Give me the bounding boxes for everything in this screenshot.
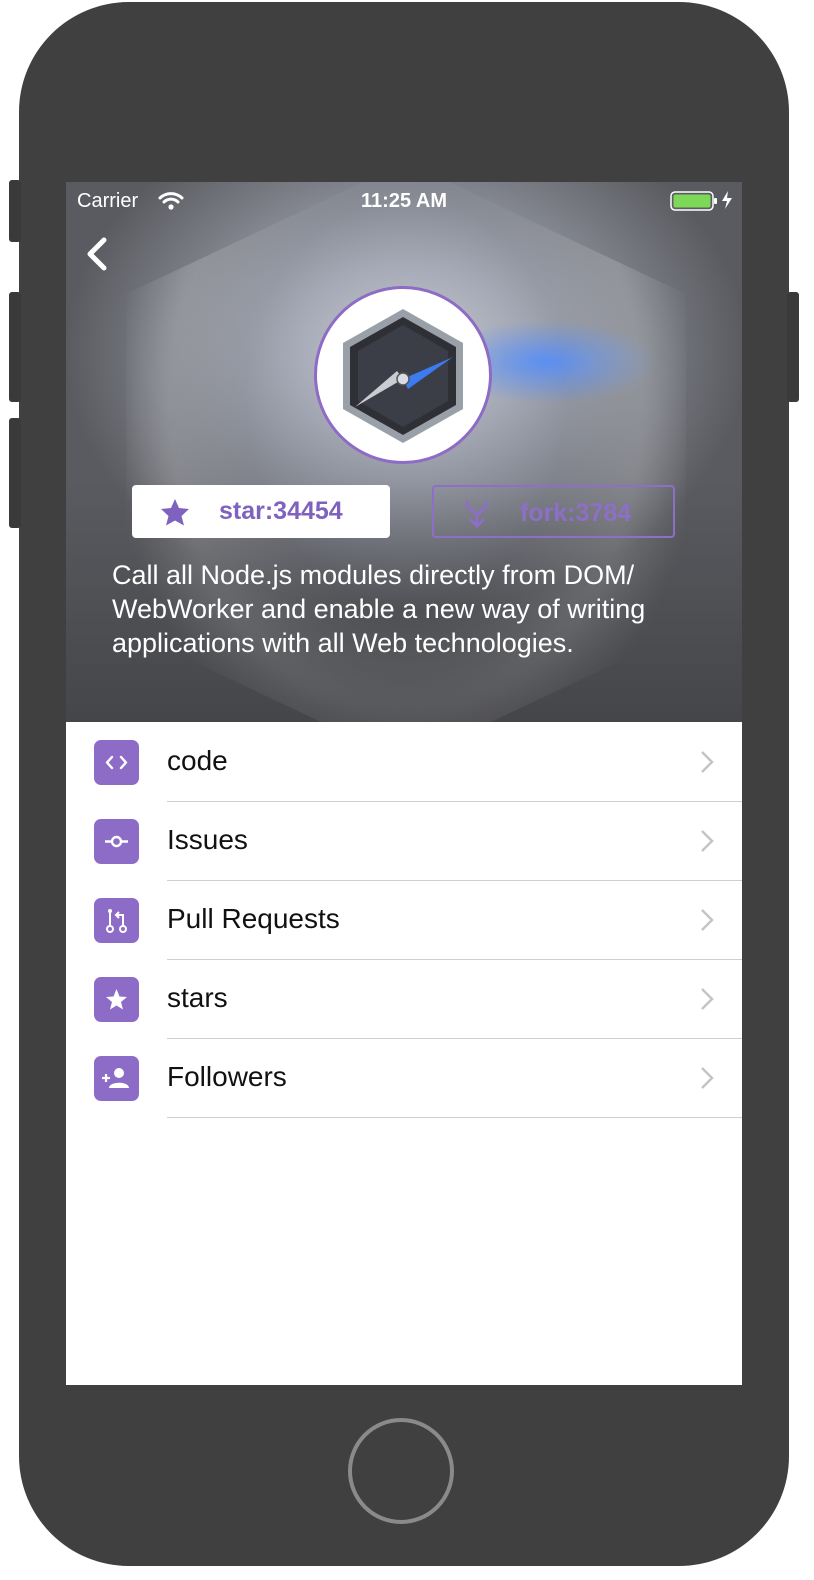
battery-icon bbox=[670, 191, 717, 211]
menu-item-issues[interactable]: Issues bbox=[66, 802, 742, 881]
chevron-right-icon bbox=[701, 909, 714, 931]
repo-description: Call all Node.js modules directly from D… bbox=[112, 560, 646, 658]
mute-switch bbox=[9, 180, 21, 242]
fork-button[interactable]: fork:3784 bbox=[432, 485, 675, 538]
repo-header: Carrier 11:25 AM star:34454 fork:3784 Ca… bbox=[66, 182, 742, 722]
status-bar: Carrier 11:25 AM bbox=[66, 182, 742, 220]
power-button bbox=[787, 292, 799, 402]
pull-request-icon bbox=[106, 909, 127, 933]
fork-icon bbox=[465, 500, 489, 528]
home-button[interactable] bbox=[348, 1418, 454, 1524]
menu-item-label: stars bbox=[167, 982, 228, 1013]
menu-item-label: Pull Requests bbox=[167, 903, 340, 934]
back-chevron-icon[interactable] bbox=[80, 234, 114, 274]
add-person-icon bbox=[102, 1068, 129, 1088]
volume-up-button bbox=[9, 292, 21, 402]
star-button[interactable]: star:34454 bbox=[132, 485, 390, 538]
repo-avatar bbox=[314, 286, 492, 464]
star-icon bbox=[106, 989, 127, 1010]
charging-icon bbox=[722, 191, 732, 209]
star-icon bbox=[161, 499, 189, 526]
volume-down-button bbox=[9, 418, 21, 528]
issue-icon bbox=[105, 835, 128, 848]
menu-item-code[interactable]: code bbox=[66, 723, 742, 802]
menu-item-label: code bbox=[167, 745, 228, 776]
menu-item-pull-requests[interactable]: Pull Requests bbox=[66, 881, 742, 960]
chevron-right-icon bbox=[701, 1067, 714, 1089]
app-screen: Carrier 11:25 AM star:34454 fork:3784 Ca… bbox=[66, 182, 742, 1385]
menu-item-stars[interactable]: stars bbox=[66, 960, 742, 1039]
menu-item-label: Followers bbox=[167, 1061, 287, 1092]
chevron-right-icon bbox=[701, 830, 714, 852]
repo-menu-list: code Issues Pull Requests stars Follower… bbox=[66, 723, 742, 1118]
clock: 11:25 AM bbox=[361, 190, 447, 212]
star-count: star:34454 bbox=[219, 497, 343, 525]
code-icon bbox=[105, 755, 128, 770]
fork-count: fork:3784 bbox=[520, 499, 632, 527]
chevron-right-icon bbox=[701, 751, 714, 773]
chevron-right-icon bbox=[701, 988, 714, 1010]
menu-item-followers[interactable]: Followers bbox=[66, 1039, 742, 1118]
menu-item-label: Issues bbox=[167, 824, 248, 855]
compass-logo-icon bbox=[343, 309, 463, 443]
